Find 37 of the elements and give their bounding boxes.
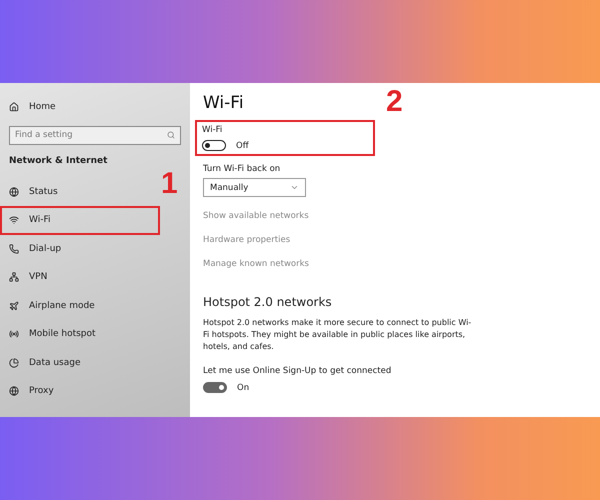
toggle-switch[interactable] bbox=[203, 382, 227, 393]
globe-icon bbox=[9, 186, 19, 197]
sidebar-item[interactable]: Dial-up bbox=[0, 234, 160, 263]
step-number: 2 bbox=[386, 85, 403, 119]
pie-chart-icon bbox=[9, 358, 19, 368]
network-icon bbox=[9, 272, 19, 282]
sidebar-item[interactable]: Proxy bbox=[0, 377, 160, 406]
sidebar-item[interactable]: Data usage bbox=[0, 348, 160, 377]
settings-link[interactable]: Manage known networks bbox=[203, 259, 309, 269]
section-heading: Hotspot 2.0 networks bbox=[203, 295, 332, 309]
toggle-label: Let me use Online Sign-Up to get connected bbox=[203, 366, 392, 376]
home-icon bbox=[9, 102, 19, 112]
description: Hotspot 2.0 networks make it more secure to connect to public Wi-Fi hotspots. They might be available in public places like airports, hotels, and cafes. bbox=[203, 317, 472, 353]
dropdown[interactable]: Manually bbox=[203, 178, 306, 197]
page-title: Wi-Fi bbox=[203, 93, 244, 113]
settings-link[interactable]: Hardware properties bbox=[203, 235, 290, 245]
chevron-icon bbox=[290, 183, 299, 192]
sidebar-item[interactable]: Wi-Fi bbox=[0, 206, 160, 234]
sidebar-item[interactable]: Mobile hotspot bbox=[0, 320, 160, 348]
search-icon bbox=[167, 131, 175, 139]
airplane-icon bbox=[9, 300, 19, 311]
globe-icon bbox=[9, 386, 19, 396]
home-link[interactable]: Home bbox=[0, 93, 160, 122]
search-field[interactable]: Find a setting bbox=[9, 126, 181, 144]
radio-icon bbox=[9, 329, 19, 340]
phone-icon bbox=[9, 244, 19, 254]
toggle-state: Off bbox=[236, 140, 249, 150]
sidebar-item[interactable]: Airplane mode bbox=[0, 292, 160, 320]
toggle-switch[interactable] bbox=[202, 140, 226, 151]
toggle-label: Wi-Fi bbox=[202, 125, 224, 135]
field-label: Turn Wi-Fi back on bbox=[203, 164, 280, 174]
step-number: 1 bbox=[161, 167, 178, 201]
section-title: Network & Internet bbox=[9, 156, 108, 166]
toggle-state: On bbox=[237, 382, 250, 392]
sidebar-item[interactable]: Status bbox=[0, 178, 160, 206]
settings-link[interactable]: Show available networks bbox=[203, 211, 309, 221]
sidebar-item[interactable]: VPN bbox=[0, 263, 160, 292]
